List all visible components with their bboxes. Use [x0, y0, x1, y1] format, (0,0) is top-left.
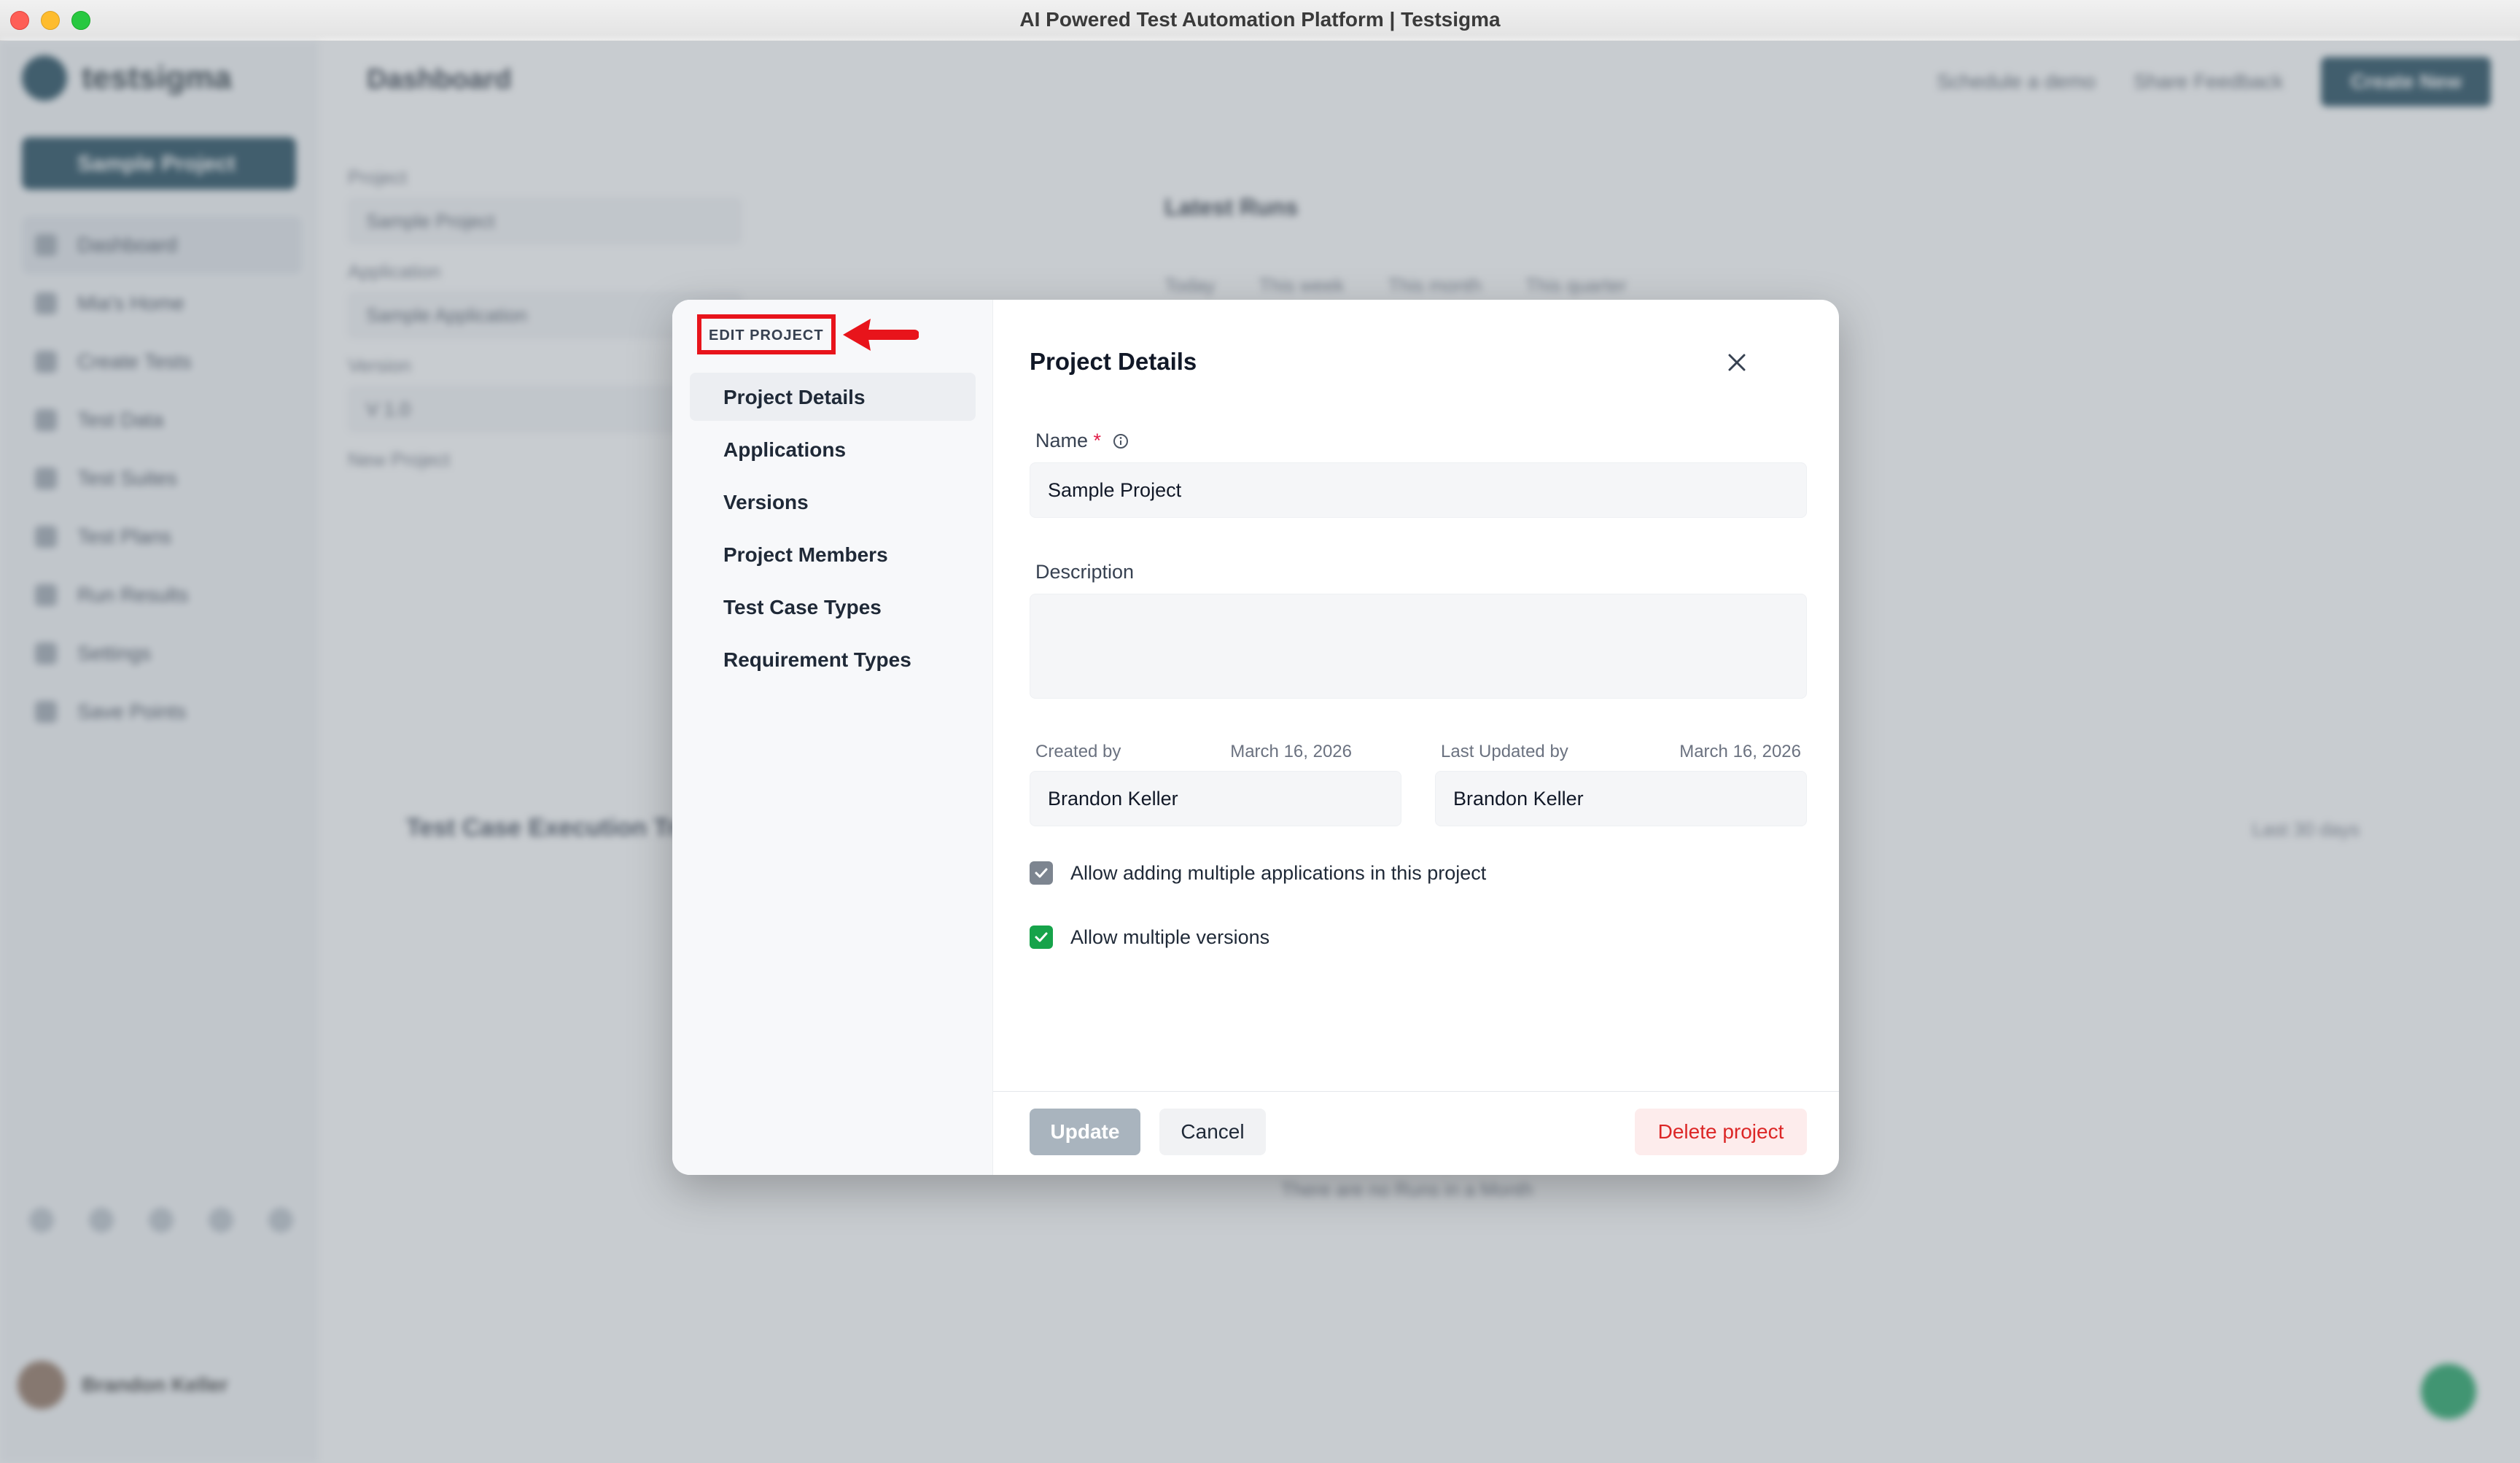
- updated-date: March 16, 2026: [1679, 742, 1801, 761]
- last-updated-by-field: Brandon Keller: [1435, 771, 1807, 826]
- close-icon[interactable]: [1722, 348, 1751, 377]
- checkmark-icon: [1035, 868, 1048, 878]
- allow-multiple-applications-checkbox[interactable]: [1030, 861, 1053, 885]
- dialog-nav-applications[interactable]: Applications: [690, 425, 976, 473]
- red-arrow-icon: [843, 319, 919, 351]
- created-by-field: Brandon Keller: [1030, 771, 1401, 826]
- dialog-side-nav: EDIT PROJECT Project Details Application…: [672, 300, 993, 1175]
- edit-project-dialog: EDIT PROJECT Project Details Application…: [672, 300, 1839, 1175]
- update-button[interactable]: Update: [1030, 1109, 1140, 1155]
- description-label: Description: [1035, 561, 1135, 583]
- dialog-nav-project-members[interactable]: Project Members: [690, 530, 976, 578]
- required-mark: *: [1093, 430, 1102, 451]
- edit-project-heading: EDIT PROJECT: [697, 314, 836, 354]
- dialog-title: Project Details: [1030, 348, 1197, 375]
- name-field[interactable]: Sample Project: [1030, 462, 1807, 518]
- created-by-label: Created by: [1035, 742, 1121, 761]
- window-titlebar: AI Powered Test Automation Platform | Te…: [0, 0, 2520, 41]
- info-icon[interactable]: [1113, 433, 1129, 449]
- allow-multiple-versions-option[interactable]: Allow multiple versions: [1030, 925, 1269, 949]
- last-updated-by-label: Last Updated by: [1441, 742, 1568, 761]
- dialog-nav-list: Project Details Applications Versions Pr…: [690, 373, 976, 688]
- allow-multiple-applications-option[interactable]: Allow adding multiple applications in th…: [1030, 861, 1486, 885]
- dialog-content: Project Details Name * Sample Project De…: [993, 300, 1839, 1175]
- dialog-nav-project-details[interactable]: Project Details: [690, 373, 976, 421]
- cancel-button[interactable]: Cancel: [1159, 1109, 1266, 1155]
- dialog-footer: Update Cancel Delete project: [993, 1091, 1839, 1175]
- delete-project-button[interactable]: Delete project: [1635, 1109, 1807, 1155]
- dialog-nav-requirement-types[interactable]: Requirement Types: [690, 635, 976, 683]
- dialog-nav-versions[interactable]: Versions: [690, 478, 976, 526]
- name-label: Name *: [1035, 430, 1129, 452]
- description-field[interactable]: [1030, 594, 1807, 699]
- allow-multiple-versions-checkbox[interactable]: [1030, 925, 1053, 949]
- created-date: March 16, 2026: [1230, 742, 1352, 761]
- checkmark-icon: [1035, 932, 1048, 942]
- allow-multiple-applications-label: Allow adding multiple applications in th…: [1070, 861, 1487, 884]
- allow-multiple-versions-label: Allow multiple versions: [1070, 925, 1270, 948]
- dialog-nav-test-case-types[interactable]: Test Case Types: [690, 583, 976, 631]
- window-title: AI Powered Test Automation Platform | Te…: [1019, 8, 1501, 31]
